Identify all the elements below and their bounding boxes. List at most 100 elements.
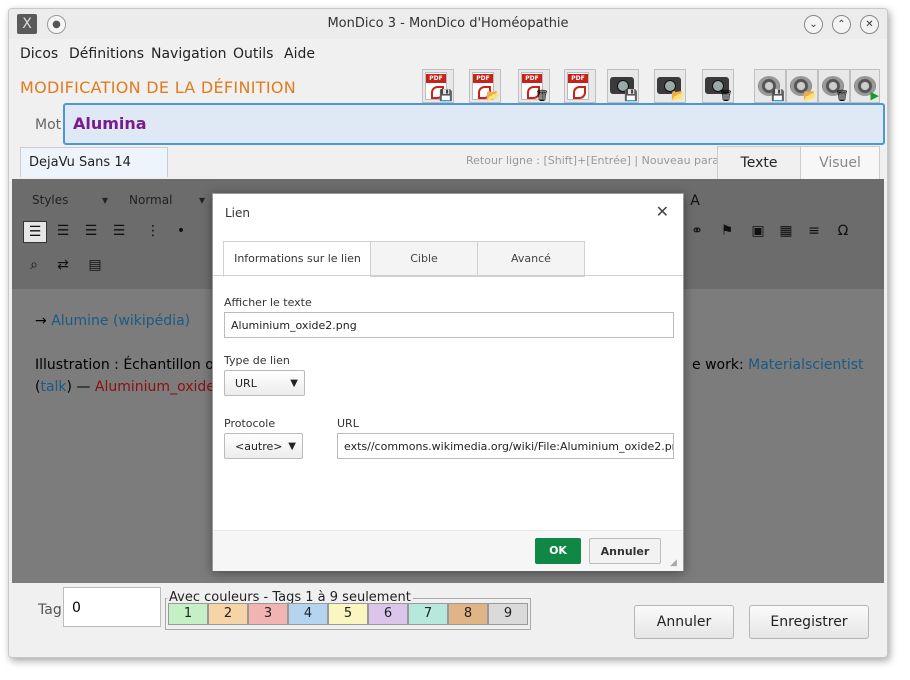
tag-7[interactable]: 7 — [408, 603, 448, 625]
display-text-input[interactable]: Aluminium_oxide2.png — [224, 312, 674, 338]
menu-definitions[interactable]: Définitions — [69, 46, 144, 62]
resize-grip-icon[interactable]: ◢ — [670, 558, 680, 568]
anchor-flag-icon[interactable]: ⚑ — [716, 221, 738, 241]
link-type-value: URL — [235, 377, 257, 390]
chevron-down-icon: ▼ — [290, 378, 298, 389]
tag-6[interactable]: 6 — [368, 603, 408, 625]
protocol-select[interactable]: <autre> ▼ — [224, 433, 303, 459]
ok-button[interactable]: OK — [535, 538, 581, 564]
folder-icon: 📂 — [671, 89, 685, 102]
maximize-button[interactable]: ⌃ — [832, 15, 851, 34]
dialog-cancel-button[interactable]: Annuler — [589, 538, 661, 564]
image-save-button[interactable]: 💾 — [607, 69, 639, 103]
close-button[interactable]: ✕ — [860, 15, 879, 34]
tab-texte[interactable]: Texte — [717, 146, 801, 180]
pdf-open-button[interactable]: 📂 — [469, 69, 501, 103]
pdf-save-button[interactable]: 💾 — [422, 69, 454, 103]
align-center-icon[interactable]: ☰ — [52, 221, 74, 241]
tag-label: Tag — [38, 602, 62, 618]
illustration-prefix: Illustration : Échantillon o — [35, 357, 214, 373]
align-justify-icon[interactable]: ☰ — [108, 221, 130, 241]
word-value: Alumina — [73, 114, 147, 133]
word-label: Mot — [35, 117, 62, 133]
tab-visuel[interactable]: Visuel — [800, 146, 880, 180]
image-icon[interactable]: ▣ — [747, 221, 769, 241]
cancel-button[interactable]: Annuler — [634, 605, 734, 639]
tag-input[interactable]: 0 — [63, 587, 161, 627]
menu-outils[interactable]: Outils — [233, 46, 273, 62]
tab-target[interactable]: Cible — [370, 241, 478, 277]
link-line: → Alumine (wikipédia) — [35, 313, 190, 329]
dialog-footer: OK Annuler ◢ — [213, 530, 683, 571]
select-all-icon[interactable]: ▤ — [84, 255, 106, 275]
trash-icon: 🗑 — [719, 89, 733, 102]
audio-save-button[interactable]: 💾 — [754, 69, 786, 103]
url-input[interactable]: exts//commons.wikimedia.org/wiki/File:Al… — [337, 433, 674, 459]
trash-icon: 🗑 — [535, 89, 549, 102]
tab-link-info[interactable]: Informations sur le lien — [223, 241, 372, 277]
wikipedia-link[interactable]: Alumine (wikipédia) — [51, 313, 190, 329]
numbered-list-icon[interactable]: ⋮ — [142, 221, 164, 241]
image-delete-button[interactable]: 🗑 — [702, 69, 734, 103]
arrow-text: → — [35, 313, 52, 329]
credit-line: e work: Materialscientist — [692, 357, 864, 373]
save-icon: 💾 — [624, 89, 638, 102]
audio-play-button[interactable]: ▶ — [850, 69, 880, 103]
menu-aide[interactable]: Aide — [284, 46, 315, 62]
folder-icon: 📂 — [486, 89, 500, 102]
dialog-body: Afficher le texte Aluminium_oxide2.png T… — [213, 275, 683, 531]
page-title: MODIFICATION DE LA DÉFINITION — [20, 78, 296, 97]
tag-5[interactable]: 5 — [328, 603, 368, 625]
font-selector[interactable]: DejaVu Sans 14 — [20, 147, 168, 177]
tag-1[interactable]: 1 — [168, 603, 208, 625]
special-char-icon[interactable]: Ω — [832, 221, 854, 241]
format-dropdown[interactable]: Normal — [129, 193, 172, 207]
word-input[interactable]: Alumina — [63, 103, 885, 145]
tag-9[interactable]: 9 — [488, 603, 528, 625]
protocol-value: <autre> — [235, 440, 283, 453]
save-button[interactable]: Enregistrer — [749, 605, 869, 639]
close-icon[interactable]: ✕ — [656, 202, 669, 221]
talk-line: (talk) — Aluminium_oxide — [35, 379, 215, 395]
pdf-delete-button[interactable]: 🗑 — [518, 69, 550, 103]
audio-open-button[interactable]: 📂 — [786, 69, 818, 103]
find-icon[interactable]: ⌕ — [23, 255, 45, 275]
styles-dropdown[interactable]: Styles — [32, 193, 68, 207]
url-label: URL — [337, 417, 359, 430]
title-bar: X ● MonDico 3 - MonDico d'Homéopathie ⌄ … — [9, 9, 887, 39]
image-open-button[interactable]: 📂 — [654, 69, 686, 103]
audio-delete-button[interactable]: 🗑 — [818, 69, 850, 103]
trash-icon: 🗑 — [835, 89, 849, 102]
play-icon: ▶ — [870, 89, 879, 102]
replace-icon[interactable]: ⇄ — [52, 255, 74, 275]
table-icon[interactable]: ▦ — [775, 221, 797, 241]
text-color-icon[interactable]: A — [684, 191, 706, 211]
display-text-label: Afficher le texte — [224, 296, 312, 309]
file-link[interactable]: Aluminium_oxide — [95, 379, 215, 395]
tag-4[interactable]: 4 — [288, 603, 328, 625]
align-left-icon[interactable]: ☰ — [23, 221, 47, 243]
minimize-button[interactable]: ⌄ — [804, 15, 823, 34]
menu-dicos[interactable]: Dicos — [20, 46, 58, 62]
bullet-list-icon[interactable]: • — [170, 221, 192, 241]
format-chevron-icon: ▾ — [199, 193, 206, 207]
pdf-button[interactable] — [564, 69, 596, 103]
menu-navigation[interactable]: Navigation — [151, 46, 227, 62]
author-link[interactable]: Materialscientist — [748, 357, 863, 373]
tag-2[interactable]: 2 — [208, 603, 248, 625]
own-work-text: e work: — [692, 357, 749, 373]
protocol-label: Protocole — [224, 417, 276, 430]
window-title: MonDico 3 - MonDico d'Homéopathie — [327, 16, 569, 31]
link-type-select[interactable]: URL ▼ — [224, 370, 305, 396]
align-right-icon[interactable]: ☰ — [80, 221, 102, 241]
tag-8[interactable]: 8 — [448, 603, 488, 625]
talk-link[interactable]: talk — [40, 379, 66, 395]
dash-text: ) — — [66, 379, 95, 395]
link-type-label: Type de lien — [224, 354, 290, 367]
folder-icon: 📂 — [803, 89, 817, 102]
unlink-icon[interactable]: ⚭ — [686, 221, 708, 241]
tag-3[interactable]: 3 — [248, 603, 288, 625]
horizontal-line-icon[interactable]: ≡ — [803, 221, 825, 241]
styles-chevron-icon: ▾ — [102, 193, 109, 207]
tab-advanced[interactable]: Avancé — [477, 241, 585, 277]
